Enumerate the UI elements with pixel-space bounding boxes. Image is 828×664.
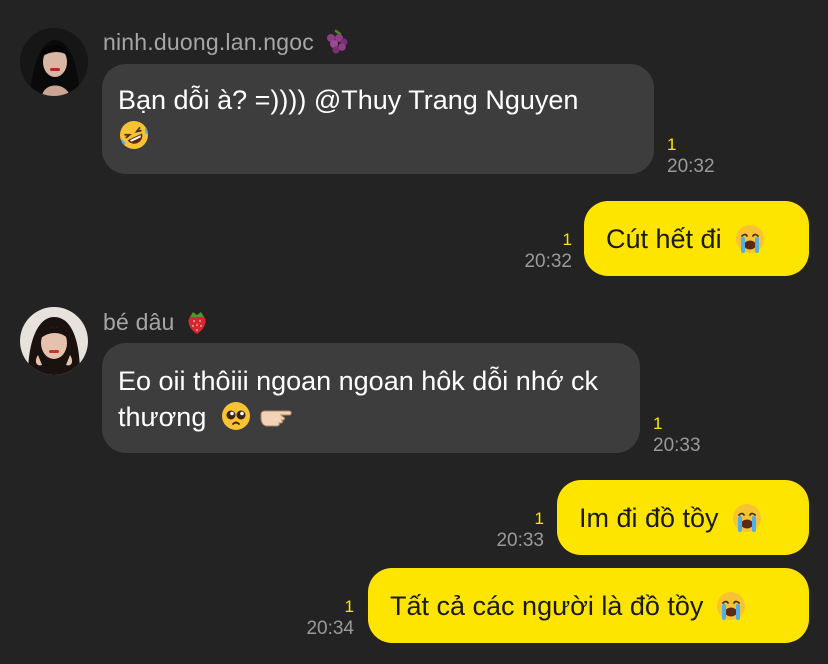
outgoing-message-bubble[interactable]: Tất cả các người là đồ tồy	[368, 568, 809, 643]
strawberry-icon	[183, 308, 211, 336]
message-meta: 1 20:32	[667, 134, 715, 178]
crying-face-icon	[734, 223, 766, 255]
message-text: Cút hết đi	[606, 223, 722, 254]
pleading-face-icon	[220, 400, 252, 432]
pointing-hand-icon	[259, 400, 299, 432]
message-meta: 1 20:33	[653, 413, 701, 457]
avatar[interactable]	[20, 307, 88, 375]
chat-thread: ninh.duong.lan.ngoc Bạn dỗi à? =)))) @Th…	[0, 0, 828, 664]
sender-name: ninh.duong.lan.ngoc	[103, 28, 350, 56]
crying-face-icon	[731, 502, 763, 534]
incoming-message-bubble[interactable]: Eo oii thôiii ngoan ngoan hôk dỗi nhớ ck…	[102, 343, 640, 453]
timestamp: 20:34	[306, 618, 354, 639]
unread-count: 1	[534, 509, 544, 528]
grapes-icon	[322, 28, 350, 56]
crying-face-icon	[715, 590, 747, 622]
timestamp: 20:33	[653, 435, 701, 456]
rofl-face-icon	[118, 119, 150, 151]
message-meta: 1 20:33	[496, 508, 544, 552]
sender-name: bé dâu	[103, 308, 211, 336]
profile-photo	[20, 307, 88, 375]
message-text: Bạn dỗi à? =)))) @Thuy Trang Nguyen	[118, 85, 579, 115]
sender-name-text: bé dâu	[103, 308, 175, 335]
avatar[interactable]	[20, 28, 88, 96]
message-meta: 1 20:32	[524, 229, 572, 273]
profile-photo	[20, 28, 88, 96]
incoming-message-bubble[interactable]: Bạn dỗi à? =)))) @Thuy Trang Nguyen	[102, 64, 654, 174]
unread-count: 1	[344, 597, 354, 616]
message-text: Im đi đồ tồy	[579, 502, 719, 533]
sender-name-text: ninh.duong.lan.ngoc	[103, 28, 314, 55]
message-text: Tất cả các người là đồ tồy	[390, 590, 704, 621]
timestamp: 20:33	[496, 530, 544, 551]
outgoing-message-bubble[interactable]: Cút hết đi	[584, 201, 809, 276]
timestamp: 20:32	[667, 156, 715, 177]
message-text: Eo oii thôiii ngoan ngoan hôk dỗi nhớ ck…	[118, 366, 599, 432]
outgoing-message-bubble[interactable]: Im đi đồ tồy	[557, 480, 809, 555]
unread-count: 1	[562, 230, 572, 249]
unread-count: 1	[667, 135, 677, 154]
message-meta: 1 20:34	[306, 596, 354, 640]
timestamp: 20:32	[524, 251, 572, 272]
unread-count: 1	[653, 414, 663, 433]
